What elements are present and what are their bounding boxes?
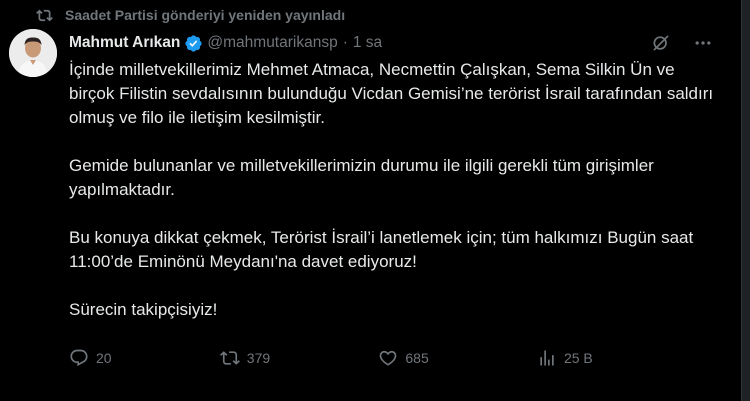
- separator-dot: ·: [342, 34, 348, 51]
- reply-icon: [70, 349, 88, 367]
- avatar-portrait: [9, 29, 57, 77]
- heart-icon: [380, 350, 397, 366]
- tweet-text: İçinde milletvekillerimiz Mehmet Atmaca,…: [69, 58, 719, 346]
- author-name[interactable]: Mahmut Arıkan: [69, 34, 180, 52]
- reply-count: 20: [96, 350, 112, 366]
- views-button[interactable]: 25 B: [537, 348, 593, 368]
- avatar[interactable]: [9, 29, 57, 77]
- repost-icon: [36, 9, 53, 21]
- more-icon[interactable]: [693, 33, 713, 53]
- action-bar: 20 379 685 25 B: [69, 344, 719, 372]
- grok-icon[interactable]: [651, 33, 671, 53]
- verified-badge-icon[interactable]: [184, 34, 203, 53]
- repost-context[interactable]: Saadet Partisi gönderiyi yeniden yayınla…: [36, 5, 345, 25]
- view-count: 25 B: [563, 350, 593, 366]
- reply-button[interactable]: 20: [69, 348, 112, 368]
- scrollbar[interactable]: [742, 0, 750, 401]
- repost-button[interactable]: 379: [219, 348, 271, 368]
- repost-icon: [219, 351, 240, 365]
- views-icon: [540, 350, 554, 366]
- like-count: 685: [405, 350, 429, 366]
- like-button[interactable]: 685: [378, 348, 429, 368]
- tweet-header: Mahmut Arıkan @mahmutarikansp · 1 sa: [69, 31, 713, 55]
- tweet-paragraph: Sürecin takipçisiyiz!: [69, 300, 218, 319]
- repost-text[interactable]: Saadet Partisi gönderiyi yeniden yayınla…: [65, 7, 345, 23]
- header-actions: [651, 33, 713, 53]
- timestamp[interactable]: 1 sa: [353, 34, 382, 52]
- tweet-paragraph: Gemide bulunanlar ve milletvekillerimizi…: [69, 156, 654, 199]
- tweet-paragraph: İçinde milletvekillerimiz Mehmet Atmaca,…: [69, 60, 714, 127]
- tweet-paragraph: Bu konuya dikkat çekmek, Terörist İsrail…: [69, 228, 694, 271]
- author-handle[interactable]: @mahmutarikansp: [207, 34, 337, 52]
- tweet-card[interactable]: Saadet Partisi gönderiyi yeniden yayınla…: [0, 0, 742, 401]
- repost-count: 379: [246, 350, 271, 366]
